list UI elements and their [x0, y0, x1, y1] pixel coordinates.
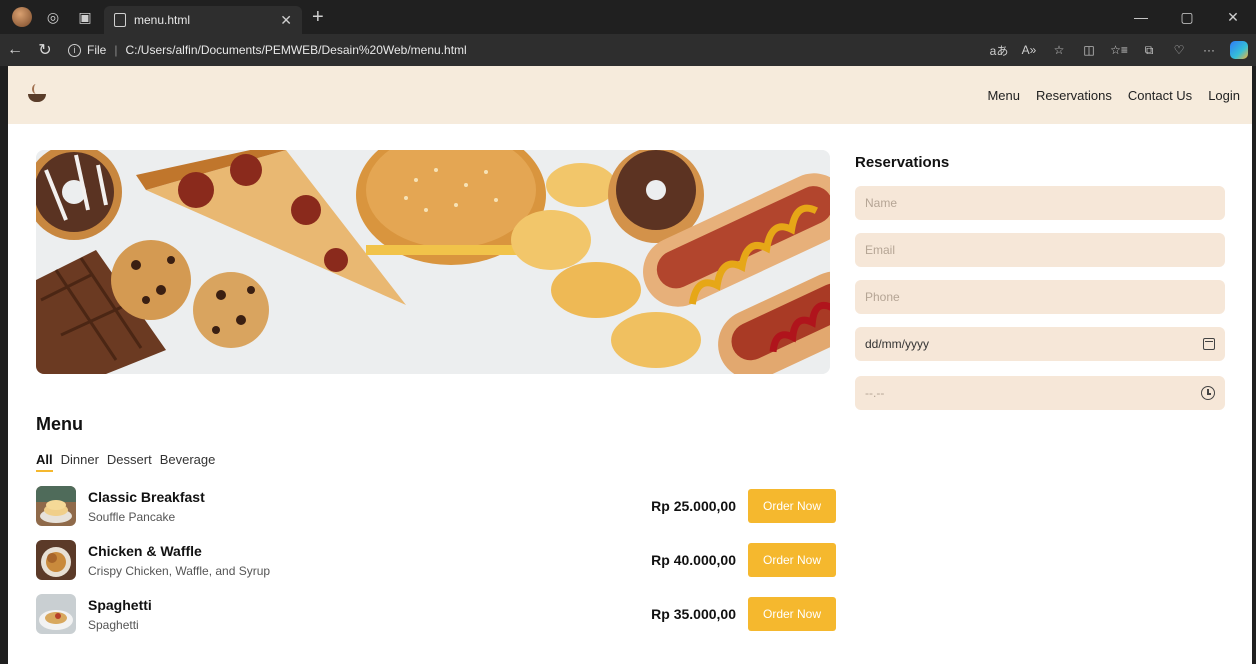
- nav-link-contact-us[interactable]: Contact Us: [1128, 88, 1192, 103]
- workspaces-icon[interactable]: ◎: [42, 6, 64, 28]
- refresh-icon[interactable]: ↻: [30, 40, 60, 60]
- back-icon[interactable]: ←: [0, 41, 30, 59]
- split-screen-icon[interactable]: ◫: [1074, 43, 1104, 57]
- tab-all[interactable]: All: [36, 452, 53, 472]
- document-icon: [114, 13, 126, 27]
- item-thumbnail-spaghetti: [36, 594, 76, 634]
- copilot-icon[interactable]: [1230, 41, 1248, 59]
- read-aloud-icon[interactable]: A»: [1014, 43, 1044, 57]
- time-placeholder: --.--: [865, 386, 885, 400]
- nav-link-login[interactable]: Login: [1208, 88, 1240, 103]
- item-price: Rp 25.000,00: [651, 498, 736, 514]
- menu-item: Spaghetti Spaghetti Rp 35.000,00 Order N…: [36, 594, 836, 634]
- url-path: C:/Users/alfin/Documents/PEMWEB/Desain%2…: [125, 43, 467, 57]
- tab-dinner[interactable]: Dinner: [61, 452, 99, 472]
- item-name: Classic Breakfast: [88, 488, 205, 505]
- hero-illustration: [36, 150, 830, 374]
- close-window-icon[interactable]: ✕: [1210, 9, 1256, 26]
- browser-tab-bar: ◎ ▣ menu.html ✕ + — ▢ ✕: [0, 0, 1256, 34]
- window-controls: — ▢ ✕: [1118, 0, 1256, 34]
- tab-title: menu.html: [134, 13, 191, 27]
- calendar-icon[interactable]: [1203, 338, 1215, 350]
- menu-category-tabs: All Dinner Dessert Beverage: [36, 452, 215, 472]
- maximize-icon[interactable]: ▢: [1164, 9, 1210, 26]
- tab-dessert[interactable]: Dessert: [107, 452, 152, 472]
- item-name: Spaghetti: [88, 596, 152, 613]
- chicken-waffle-image: [36, 540, 76, 580]
- browser-toolbar: aあ A» ☆ ◫ ☆≡ ⧉ ♡ ···: [984, 41, 1248, 59]
- tab-actions-icon[interactable]: ▣: [74, 6, 96, 28]
- date-placeholder: dd/mm/yyyy: [865, 337, 930, 351]
- date-field[interactable]: dd/mm/yyyy: [855, 327, 1225, 361]
- menu-item: Classic Breakfast Souffle Pancake Rp 25.…: [36, 486, 836, 526]
- browser-tab[interactable]: menu.html ✕: [104, 6, 302, 34]
- item-description: Souffle Pancake: [88, 509, 176, 524]
- order-now-button[interactable]: Order Now: [748, 489, 836, 523]
- item-text: Classic Breakfast Souffle Pancake: [88, 489, 651, 524]
- item-thumbnail-pancake: [36, 486, 76, 526]
- item-thumbnail-chicken-waffle: [36, 540, 76, 580]
- item-name: Chicken & Waffle: [88, 542, 202, 559]
- nav-link-reservations[interactable]: Reservations: [1036, 88, 1112, 103]
- site-navbar: Menu Reservations Contact Us Login: [8, 66, 1252, 124]
- url-scheme: File: [87, 43, 107, 57]
- profile-avatar[interactable]: [12, 7, 32, 27]
- favorites-icon[interactable]: ☆≡: [1104, 43, 1134, 57]
- hero-food-image: [36, 150, 830, 374]
- name-field[interactable]: [855, 186, 1225, 220]
- logo-steam: [32, 84, 40, 94]
- translate-icon[interactable]: aあ: [984, 42, 1014, 59]
- spaghetti-image: [36, 594, 76, 634]
- clock-icon[interactable]: [1201, 386, 1215, 400]
- order-now-button[interactable]: Order Now: [748, 543, 836, 577]
- nav-link-menu[interactable]: Menu: [987, 88, 1020, 103]
- reservations-title: Reservations: [855, 154, 950, 171]
- health-icon[interactable]: ♡: [1164, 43, 1194, 57]
- web-page: Menu Reservations Contact Us Login Menu …: [8, 66, 1252, 664]
- address-bar-row: ← ↻ i File | C:/Users/alfin/Documents/PE…: [0, 34, 1256, 66]
- menu-item: Chicken & Waffle Crispy Chicken, Waffle,…: [36, 540, 836, 580]
- item-description: Crispy Chicken, Waffle, and Syrup: [88, 563, 271, 578]
- close-tab-icon[interactable]: ✕: [280, 12, 292, 29]
- more-icon[interactable]: ···: [1194, 43, 1224, 57]
- site-logo[interactable]: [26, 84, 48, 106]
- url-separator: |: [114, 43, 118, 57]
- order-now-button[interactable]: Order Now: [748, 597, 836, 631]
- email-field[interactable]: [855, 233, 1225, 267]
- address-bar[interactable]: i File | C:/Users/alfin/Documents/PEMWEB…: [68, 37, 984, 63]
- collections-icon[interactable]: ⧉: [1134, 43, 1164, 58]
- item-price: Rp 35.000,00: [651, 606, 736, 622]
- logo-bowl: [28, 94, 46, 102]
- menu-title: Menu: [36, 414, 83, 434]
- tab-beverage[interactable]: Beverage: [160, 452, 216, 472]
- favorite-star-icon[interactable]: ☆: [1044, 43, 1074, 57]
- item-text: Chicken & Waffle Crispy Chicken, Waffle,…: [88, 543, 651, 578]
- new-tab-button[interactable]: +: [312, 6, 324, 29]
- item-price: Rp 40.000,00: [651, 552, 736, 568]
- minimize-icon[interactable]: —: [1118, 9, 1164, 25]
- item-text: Spaghetti Spaghetti: [88, 597, 651, 632]
- item-description: Spaghetti: [88, 617, 139, 632]
- time-field[interactable]: --.--: [855, 376, 1225, 410]
- pancake-image: [36, 486, 76, 526]
- info-icon[interactable]: i: [68, 43, 81, 57]
- phone-field[interactable]: [855, 280, 1225, 314]
- nav-links: Menu Reservations Contact Us Login: [987, 88, 1240, 103]
